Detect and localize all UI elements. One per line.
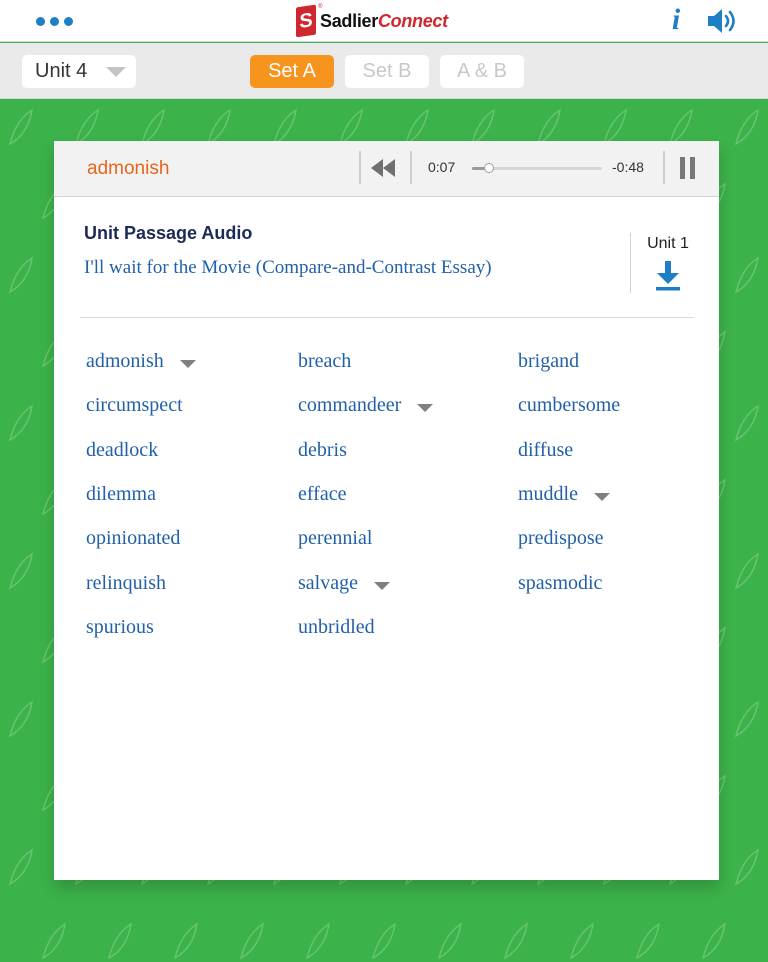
progress-thumb[interactable] <box>483 163 494 173</box>
logo-mark: S <box>296 4 316 38</box>
pause-icon[interactable] <box>680 157 698 179</box>
chevron-down-icon <box>106 67 126 77</box>
unit-download-button[interactable]: Unit 1 <box>640 233 696 293</box>
logo-text-accent: Connect <box>377 10 448 31</box>
section-divider <box>80 317 694 318</box>
word-link[interactable]: admonish <box>86 350 164 373</box>
word-link[interactable]: breach <box>298 350 351 373</box>
divider <box>630 233 631 293</box>
player-divider <box>410 151 412 184</box>
chevron-down-icon[interactable] <box>594 492 610 501</box>
passage-heading: Unit Passage Audio <box>84 223 253 243</box>
logo-registered-mark: ® <box>318 4 323 10</box>
passage-title-link[interactable]: I'll wait for the Movie (Compare-and-Con… <box>84 257 492 279</box>
remaining-time: -0:48 <box>612 159 644 175</box>
sadlier-connect-logo: S ® SadlierConnect <box>296 4 448 38</box>
word-link[interactable]: diffuse <box>518 439 573 462</box>
logo-text-main: Sadlier <box>320 10 378 31</box>
more-menu-icon[interactable] <box>36 14 76 28</box>
word-link[interactable]: predispose <box>518 527 604 550</box>
player-divider <box>663 151 665 184</box>
word-link[interactable]: commandeer <box>298 394 401 417</box>
player-divider <box>359 151 361 184</box>
word-link[interactable]: circumspect <box>86 394 183 417</box>
top-bar: S ® SadlierConnect i <box>0 0 768 42</box>
chevron-down-icon[interactable] <box>417 404 433 413</box>
download-label: Unit 1 <box>647 235 689 252</box>
word-link[interactable]: debris <box>298 439 347 462</box>
rewind-icon[interactable] <box>370 157 396 179</box>
word-link[interactable]: deadlock <box>86 439 158 462</box>
word-link[interactable]: muddle <box>518 483 578 506</box>
word-link[interactable]: cumbersome <box>518 394 620 417</box>
unit-dropdown-label: Unit 4 <box>35 60 88 82</box>
progress-slider[interactable] <box>472 163 602 173</box>
word-link[interactable]: dilemma <box>86 483 156 506</box>
vocabulary-card: admonish 0:07 -0:48 Unit Passage Audio I… <box>54 141 719 880</box>
word-link[interactable]: efface <box>298 483 346 506</box>
audio-player: admonish 0:07 -0:48 <box>54 141 719 197</box>
word-link[interactable]: brigand <box>518 350 579 373</box>
word-link[interactable]: relinquish <box>86 572 166 595</box>
info-icon[interactable]: i <box>666 2 686 38</box>
word-link[interactable]: spasmodic <box>518 572 602 595</box>
download-icon <box>656 261 680 291</box>
word-link[interactable]: spurious <box>86 616 154 639</box>
word-link[interactable]: opinionated <box>86 527 180 550</box>
chevron-down-icon[interactable] <box>374 581 390 590</box>
word-link[interactable]: unbridled <box>298 616 375 639</box>
word-link[interactable]: salvage <box>298 572 358 595</box>
set-ab-button[interactable]: A & B <box>440 55 524 88</box>
chevron-down-icon[interactable] <box>180 360 196 368</box>
set-a-button[interactable]: Set A <box>250 55 334 88</box>
set-b-button[interactable]: Set B <box>345 55 429 88</box>
speaker-icon[interactable] <box>706 6 740 36</box>
set-toolbar: Unit 4 Set A Set B A & B <box>0 43 768 99</box>
word-link[interactable]: perennial <box>298 527 372 550</box>
current-word: admonish <box>87 158 170 179</box>
unit-dropdown[interactable]: Unit 4 <box>22 55 136 88</box>
elapsed-time: 0:07 <box>428 159 456 175</box>
